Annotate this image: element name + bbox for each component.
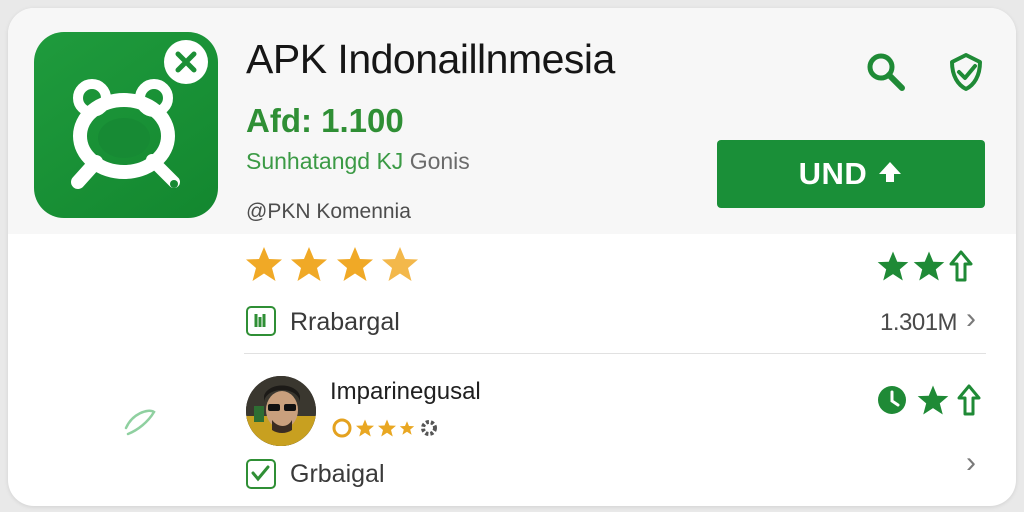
app-logo-icon[interactable]: [34, 32, 218, 218]
rating-stars: [244, 244, 421, 286]
star-icon: [246, 247, 282, 281]
star-icon: [917, 385, 949, 415]
install-label: UND: [798, 156, 868, 191]
star-icon: [913, 251, 945, 281]
reviewer-name: Imparinegusal: [330, 378, 481, 405]
rating-box-icon: [246, 306, 276, 336]
chevron-right-icon[interactable]: ›: [966, 304, 976, 334]
app-title: APK Indonaillnmesia: [246, 36, 615, 82]
reviewer-rating: [331, 414, 441, 442]
app-version: Afd: 1.100: [246, 102, 404, 139]
reviewer-avatar[interactable]: [246, 376, 316, 446]
shield-check-icon[interactable]: [944, 50, 988, 94]
gear-icon: [421, 420, 437, 436]
decorative-mark-icon: [118, 398, 162, 447]
chevron-right-icon[interactable]: ›: [966, 448, 976, 478]
row-label: Rrabargal: [290, 308, 400, 336]
arrow-up-outline-icon: [949, 250, 973, 282]
row-label: Grbaigal: [290, 460, 385, 488]
star-icon: [336, 247, 373, 281]
clock-badge-icon: [878, 386, 906, 414]
developer-line[interactable]: Sunhatangd KJ Gonis: [246, 147, 470, 175]
star-icon: [356, 419, 374, 437]
divider: [244, 353, 986, 354]
arrow-up-icon: [877, 159, 903, 190]
arrow-up-outline-icon: [957, 384, 981, 416]
app-detail-card: APK Indonaillnmesia Afd: 1.100 Sunhatang…: [8, 8, 1016, 506]
developer-name: Sunhatangd KJ: [246, 148, 404, 174]
app-category: @PKN Komennia: [246, 200, 411, 223]
star-half-icon: [382, 247, 419, 281]
rating-indicator[interactable]: [876, 248, 974, 284]
review-actions[interactable]: [874, 380, 982, 420]
search-icon[interactable]: [864, 50, 908, 94]
star-icon: [399, 421, 415, 435]
install-button[interactable]: UND: [717, 140, 985, 208]
star-icon: [877, 251, 909, 281]
star-icon: [378, 419, 396, 437]
developer-tag: Gonis: [409, 148, 470, 174]
downloads-count: 1.301M: [880, 309, 958, 336]
badge-icon: [332, 418, 352, 438]
star-icon: [291, 247, 328, 281]
check-box-icon: [246, 459, 276, 489]
